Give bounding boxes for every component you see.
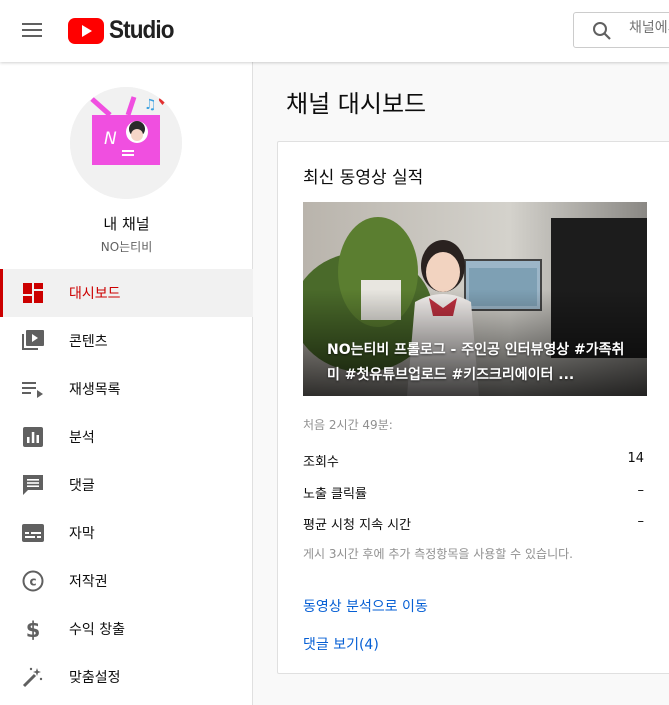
sidebar-item-playlists[interactable]: 재생목록 bbox=[0, 365, 253, 413]
main-content: 채널 대시보드 최신 동영상 실적 NO는티비 프롤로그 - 주인공 인터뷰영상… bbox=[253, 62, 669, 705]
video-title: NO는티비 프롤로그 - 주인공 인터뷰영상 #가족취미 #첫유튜브업로드 #키… bbox=[327, 342, 625, 383]
sidebar-item-monetization[interactable]: $ 수익 창출 bbox=[0, 605, 253, 653]
first-period-label: 처음 2시간 49분: bbox=[303, 418, 393, 432]
search-box[interactable] bbox=[573, 12, 669, 48]
channel-avatar[interactable]: N ♫ ♥ bbox=[70, 87, 182, 199]
studio-logo[interactable]: Studio bbox=[68, 16, 181, 45]
stat-value: – bbox=[637, 483, 645, 498]
sidebar-item-label: 자막 bbox=[69, 526, 95, 542]
svg-text:♥: ♥ bbox=[158, 97, 167, 108]
page-title: 채널 대시보드 bbox=[286, 90, 427, 118]
stat-label: 평균 시청 지속 시간 bbox=[303, 518, 412, 533]
subtitles-icon bbox=[22, 522, 44, 544]
search-input[interactable] bbox=[629, 20, 669, 36]
latest-video-card: 최신 동영상 실적 NO는티비 프롤로그 - 주인공 인터뷰영상 #가족취미 #… bbox=[277, 141, 669, 674]
sidebar-item-label: 콘텐츠 bbox=[69, 334, 108, 350]
tv-avatar-icon: N ♫ ♥ bbox=[70, 87, 182, 199]
search-icon[interactable] bbox=[592, 21, 612, 41]
metrics-note: 게시 3시간 후에 추가 측정항목을 사용할 수 있습니다. bbox=[303, 547, 573, 561]
sidebar-nav: 대시보드 콘텐츠 재생목록 분석 댓글 자막 c 저작권 $ 수익 창출 맞춤설… bbox=[0, 269, 253, 701]
channel-name: NO는티비 bbox=[100, 240, 153, 254]
svg-text:c: c bbox=[29, 575, 36, 589]
stat-row-ctr: 노출 클릭률 – bbox=[303, 483, 644, 502]
stat-label: 노출 클릭률 bbox=[303, 487, 367, 502]
stat-row-views: 조회수 14 bbox=[303, 451, 644, 470]
stat-label: 조회수 bbox=[303, 455, 339, 470]
view-comments-link[interactable]: 댓글 보기(4) bbox=[303, 634, 379, 654]
sidebar-item-dashboard[interactable]: 대시보드 bbox=[0, 269, 253, 317]
videos-icon bbox=[22, 330, 44, 352]
sidebar-item-analytics[interactable]: 분석 bbox=[0, 413, 253, 461]
sidebar-item-subtitles[interactable]: 자막 bbox=[0, 509, 253, 557]
top-bar: Studio bbox=[0, 0, 669, 62]
sidebar-item-label: 분석 bbox=[69, 430, 95, 446]
playlist-icon bbox=[22, 378, 44, 400]
card-title: 최신 동영상 실적 bbox=[303, 168, 424, 188]
comments-icon bbox=[22, 474, 44, 496]
sidebar-item-copyright[interactable]: c 저작권 bbox=[0, 557, 253, 605]
logo-text: Studio bbox=[109, 16, 174, 44]
video-thumbnail[interactable]: NO는티비 프롤로그 - 주인공 인터뷰영상 #가족취미 #첫유튜브업로드 #키… bbox=[303, 202, 647, 396]
sidebar-item-label: 댓글 bbox=[69, 478, 95, 494]
stat-value: – bbox=[637, 514, 645, 529]
menu-icon[interactable] bbox=[22, 20, 44, 40]
stat-row-avg-duration: 평균 시청 지속 시간 – bbox=[303, 514, 644, 533]
sidebar-item-label: 대시보드 bbox=[69, 286, 121, 302]
youtube-logo-icon bbox=[68, 17, 104, 44]
sidebar: N ♫ ♥ 내 채널 NO는티비 대시보드 콘텐츠 재생목록 분석 댓글 자막 … bbox=[0, 62, 253, 705]
copyright-icon: c bbox=[22, 570, 44, 592]
sidebar-item-comments[interactable]: 댓글 bbox=[0, 461, 253, 509]
sidebar-item-customization[interactable]: 맞춤설정 bbox=[0, 653, 253, 701]
sidebar-item-label: 재생목록 bbox=[69, 382, 121, 398]
stat-value: 14 bbox=[627, 451, 644, 466]
sidebar-item-label: 저작권 bbox=[69, 574, 108, 590]
svg-text:$: $ bbox=[26, 618, 41, 640]
sidebar-item-content[interactable]: 콘텐츠 bbox=[0, 317, 253, 365]
svg-text:♫: ♫ bbox=[144, 97, 157, 113]
analytics-icon bbox=[22, 426, 44, 448]
go-to-analytics-link[interactable]: 동영상 분석으로 이동 bbox=[303, 596, 428, 616]
customization-icon bbox=[22, 666, 44, 688]
sidebar-item-label: 수익 창출 bbox=[69, 622, 125, 638]
sidebar-item-label: 맞춤설정 bbox=[69, 670, 121, 686]
monetization-icon: $ bbox=[22, 618, 44, 640]
svg-text:N: N bbox=[104, 129, 117, 149]
channel-label: 내 채널 bbox=[103, 215, 150, 233]
dashboard-icon bbox=[22, 282, 44, 304]
